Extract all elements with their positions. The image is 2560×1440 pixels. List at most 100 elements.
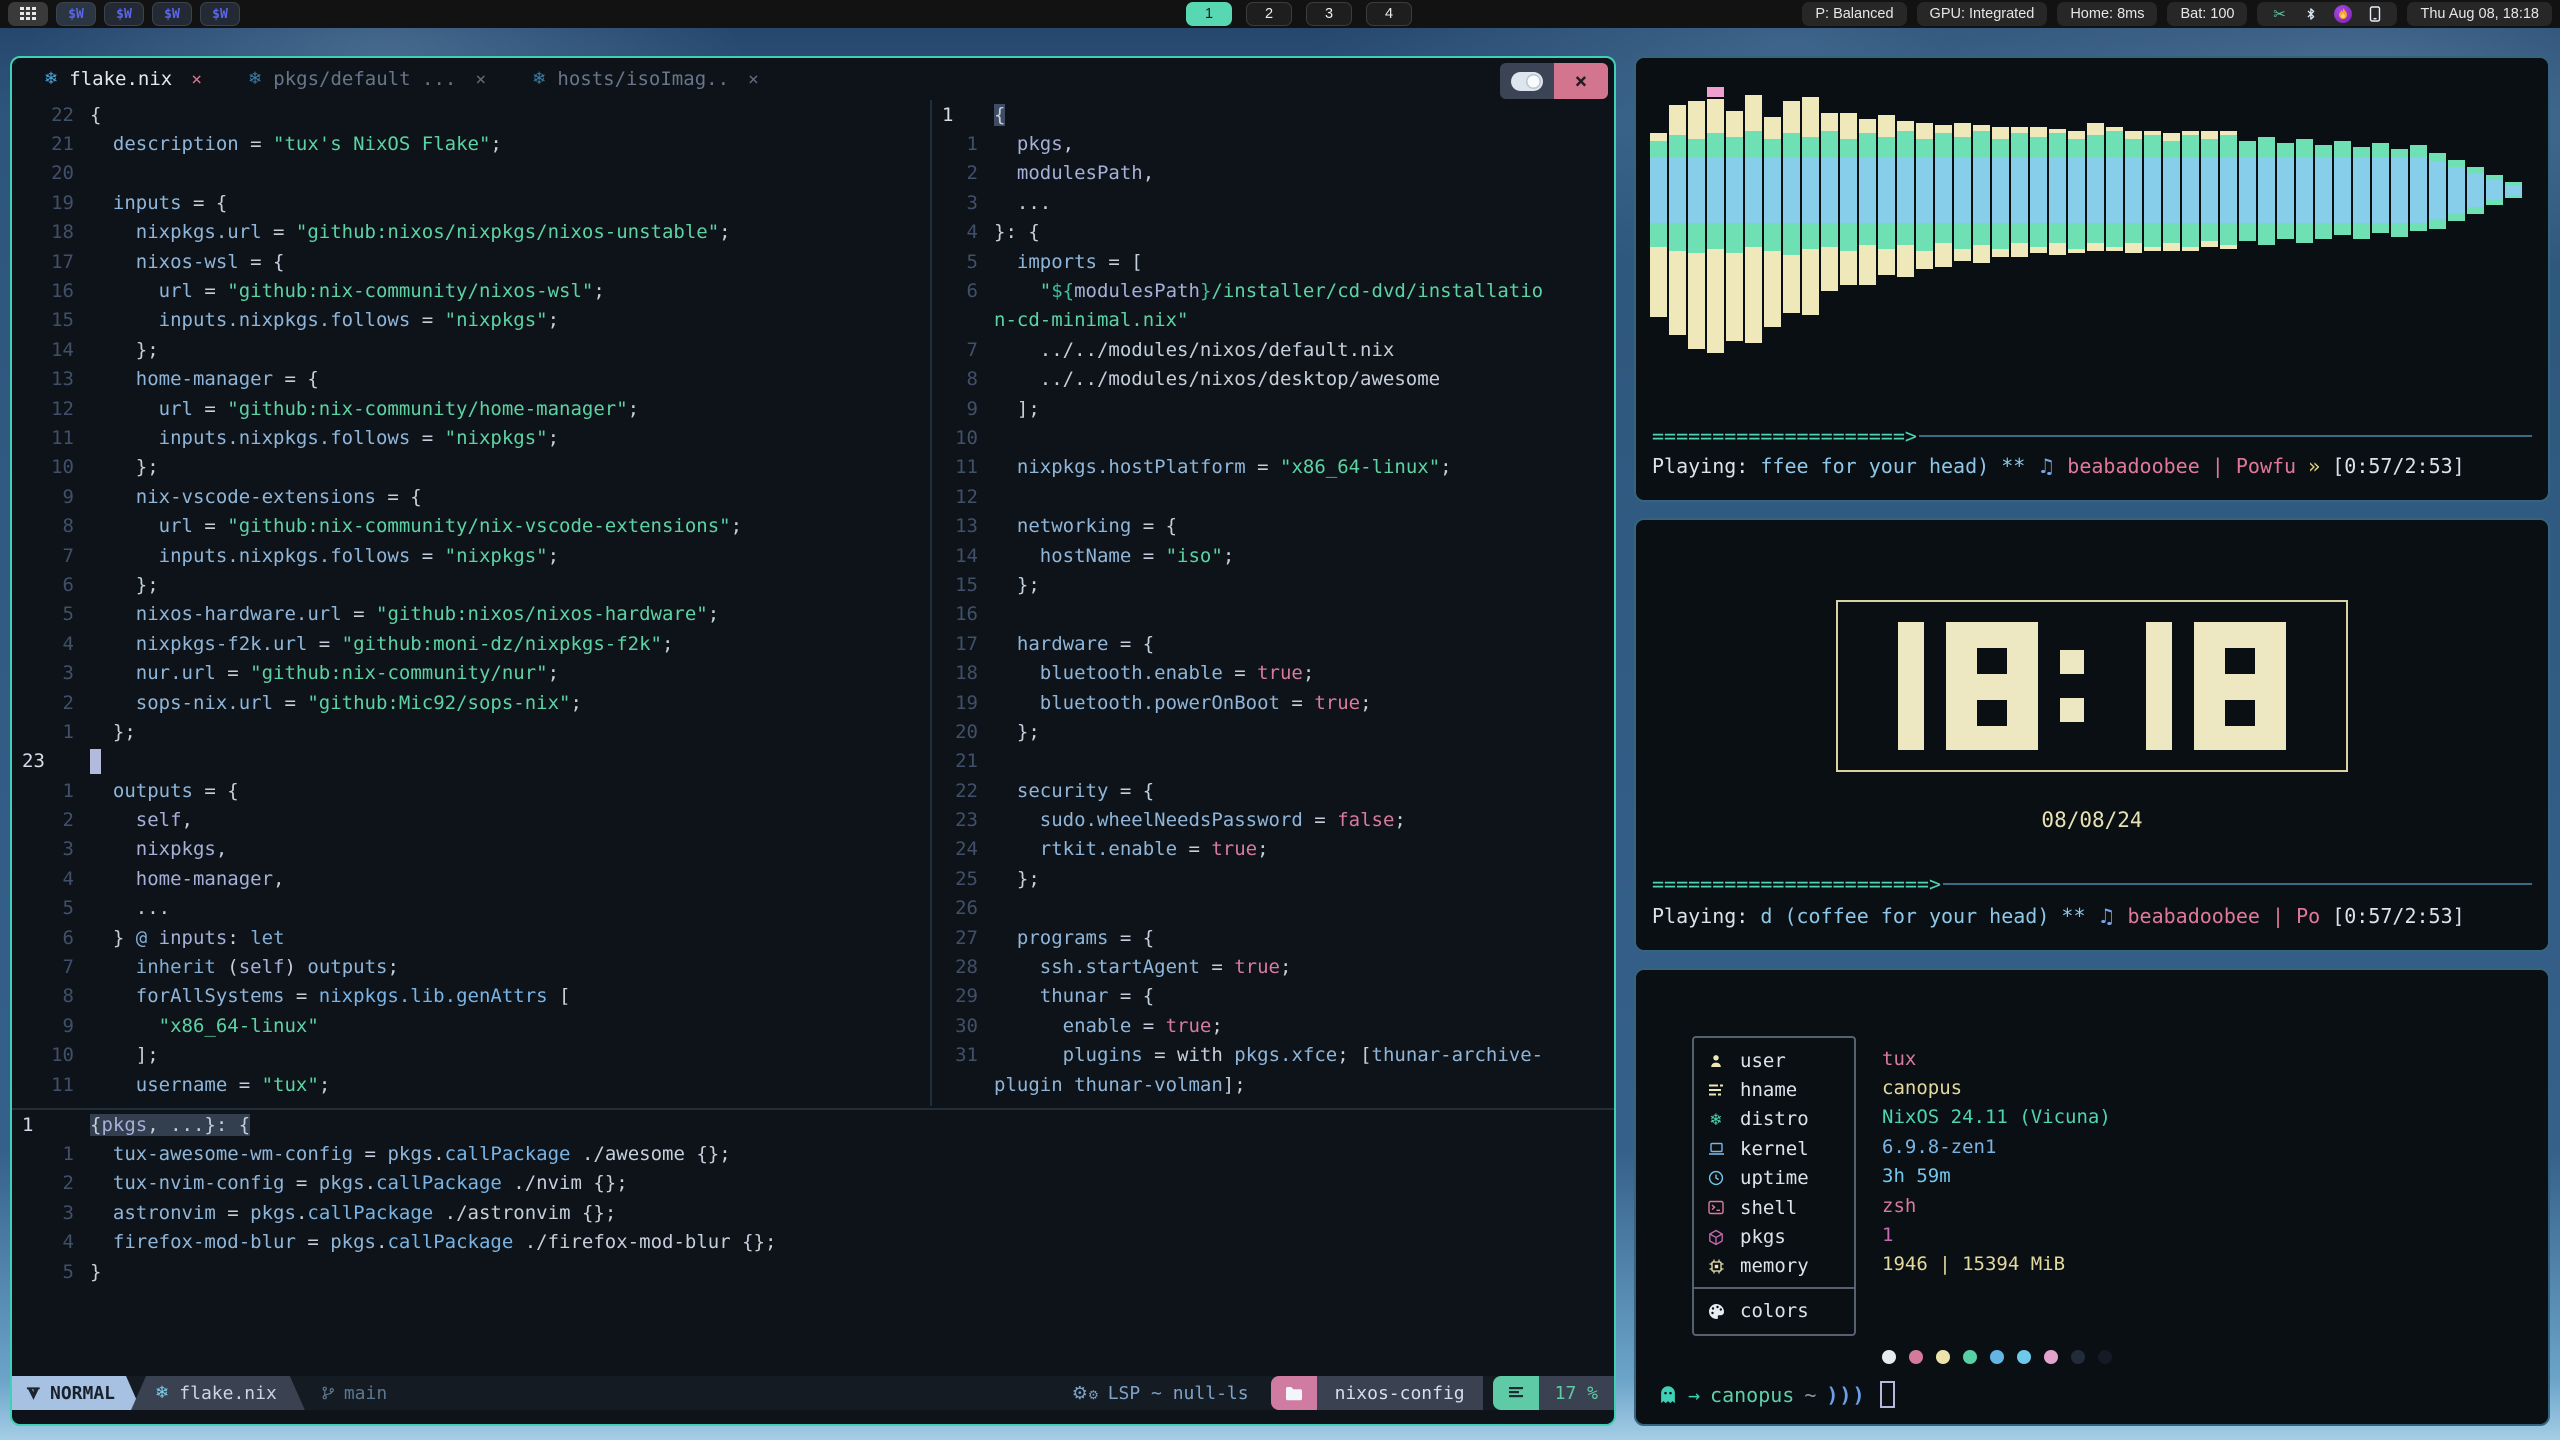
line-number: 2: [12, 809, 90, 831]
line-number: 24: [932, 838, 994, 860]
viz-column: [2467, 66, 2484, 414]
status-pill[interactable]: P: Balanced: [1802, 2, 1906, 26]
viz-column: [2429, 66, 2446, 414]
viz-column: [1669, 66, 1686, 414]
fetch-row: kernel: [1694, 1134, 1854, 1163]
code-token: = [: [1097, 251, 1143, 273]
code-line: 2 self,: [12, 805, 928, 834]
viz-column: [2372, 66, 2389, 414]
tag-3[interactable]: 3: [1306, 2, 1352, 26]
task-button[interactable]: $W: [56, 2, 96, 26]
code-line: 20: [12, 159, 928, 188]
code-token: ;: [548, 545, 559, 567]
code-token: };: [994, 868, 1040, 890]
line-number: 13: [932, 515, 994, 537]
code-line: 5 imports = [: [932, 247, 1616, 276]
code-line: 21: [932, 747, 1616, 776]
line-number: 30: [932, 1015, 994, 1037]
code-token: hostName: [994, 545, 1131, 567]
code-token: "github:nixos/nixos-hardware": [376, 603, 708, 625]
scissors-icon[interactable]: ✂: [2270, 5, 2288, 23]
code-token: =: [342, 603, 376, 625]
mode-indicator: NORMAL: [12, 1376, 141, 1410]
status-pill[interactable]: Bat: 100: [2167, 2, 2247, 26]
code-line: 7 ../../modules/nixos/default.nix: [932, 335, 1616, 364]
code-line: 14 hostName = "iso";: [932, 541, 1616, 570]
tab-close-icon[interactable]: ×: [191, 69, 202, 90]
code-token: =: [1280, 692, 1314, 714]
code-pane-left[interactable]: 22{21 description = "tux's NixOS Flake";…: [12, 100, 928, 1106]
color-dot: [1909, 1350, 1923, 1364]
git-branch[interactable]: main: [321, 1383, 387, 1404]
titlebar-toggle[interactable]: [1500, 63, 1554, 99]
line-number: 10: [932, 427, 994, 449]
code-line: 31 plugins = with pkgs.xfce; [thunar-arc…: [932, 1041, 1616, 1070]
code-token: ;: [387, 956, 398, 978]
line-number: 4: [12, 633, 90, 655]
color-dot: [2071, 1350, 2085, 1364]
tab-close-icon[interactable]: ×: [475, 69, 486, 90]
code-token: nixos-wsl: [90, 251, 239, 273]
tab-close-icon[interactable]: ×: [748, 69, 759, 90]
code-token: ;: [1303, 662, 1314, 684]
code-line: 4 firefox-mod-blur = pkgs.callPackage ./…: [12, 1228, 1614, 1257]
viz-column: [2296, 66, 2313, 414]
tab-flake-nix[interactable]: ❄flake.nix×: [44, 68, 202, 90]
tag-4[interactable]: 4: [1366, 2, 1412, 26]
code-token: url: [90, 515, 193, 537]
tab-hosts-isoImag-[interactable]: ❄hosts/isoImag..×: [532, 68, 759, 90]
code-token: }: [90, 927, 136, 949]
viz-column: [1745, 66, 1762, 414]
systray[interactable]: ✂: [2257, 2, 2397, 26]
code-token: ;: [731, 515, 742, 537]
tag-1[interactable]: 1: [1186, 2, 1232, 26]
code-token: ../../modules/nixos/default.nix: [994, 339, 1394, 361]
task-button[interactable]: $W: [152, 2, 192, 26]
code-token: ;: [319, 1074, 330, 1096]
code-token: true: [1234, 956, 1280, 978]
clock-icon: [1706, 1170, 1726, 1186]
bluetooth-icon[interactable]: [2302, 5, 2320, 23]
tag-2[interactable]: 2: [1246, 2, 1292, 26]
viz-column: [2220, 66, 2237, 414]
fire-icon[interactable]: [2334, 5, 2352, 23]
code-line: 25 };: [932, 864, 1616, 893]
editor-tabline: ❄flake.nix× ❄pkgs/default ...× ❄hosts/isoI…: [12, 58, 1614, 100]
code-token: =: [1200, 956, 1234, 978]
task-button[interactable]: $W: [200, 2, 240, 26]
clock-pill[interactable]: Thu Aug 08, 18:18: [2407, 2, 2552, 26]
status-pill[interactable]: Home: 8ms: [2057, 2, 2157, 26]
shell-prompt[interactable]: → canopus ~ ))): [1658, 1381, 1895, 1408]
fetch-value: zsh: [1882, 1191, 2111, 1220]
code-token: {: [90, 1114, 101, 1136]
code-line: 11 username = "tux";: [12, 1070, 928, 1099]
lsp-status[interactable]: ⚙⚙ LSP ~ null-ls: [1072, 1383, 1249, 1404]
progress-bar: =====================>: [1652, 424, 1917, 448]
status-pill[interactable]: GPU: Integrated: [1917, 2, 2048, 26]
code-token: = {: [1108, 633, 1154, 655]
code-token: with: [1177, 1044, 1234, 1066]
phone-icon[interactable]: [2366, 5, 2384, 23]
project-badge[interactable]: [1271, 1376, 1317, 1410]
launcher-button[interactable]: [8, 2, 48, 26]
colors-label: colors: [1740, 1300, 1809, 1322]
viz-column: [1859, 66, 1876, 414]
line-number: 11: [12, 1074, 90, 1096]
code-line: 9 ];: [932, 394, 1616, 423]
line-number: 31: [932, 1044, 994, 1066]
code-line: 6 } @ inputs: let: [12, 923, 928, 952]
tab-pkgs-default-[interactable]: ❄pkgs/default ...×: [248, 68, 486, 90]
line-number: 6: [932, 280, 994, 302]
toggle-icon: [1511, 72, 1543, 91]
code-pane-bottom[interactable]: 1{pkgs, ...}: {1 tux-awesome-wm-config =…: [12, 1108, 1614, 1374]
code-pane-right[interactable]: 1{1 pkgs,2 modulesPath,3 ...4}: {5 impor…: [930, 100, 1616, 1106]
line-number: 12: [932, 486, 994, 508]
window-close-button[interactable]: ×: [1554, 63, 1608, 99]
project-name[interactable]: nixos-config: [1317, 1376, 1483, 1410]
code-token: bluetooth.enable: [994, 662, 1223, 684]
task-button[interactable]: $W: [104, 2, 144, 26]
code-token: url: [90, 280, 193, 302]
statusline-file[interactable]: ❄ flake.nix: [131, 1376, 305, 1410]
code-token: ,: [1143, 162, 1154, 184]
code-token: inputs.nixpkgs.follows: [90, 309, 410, 331]
